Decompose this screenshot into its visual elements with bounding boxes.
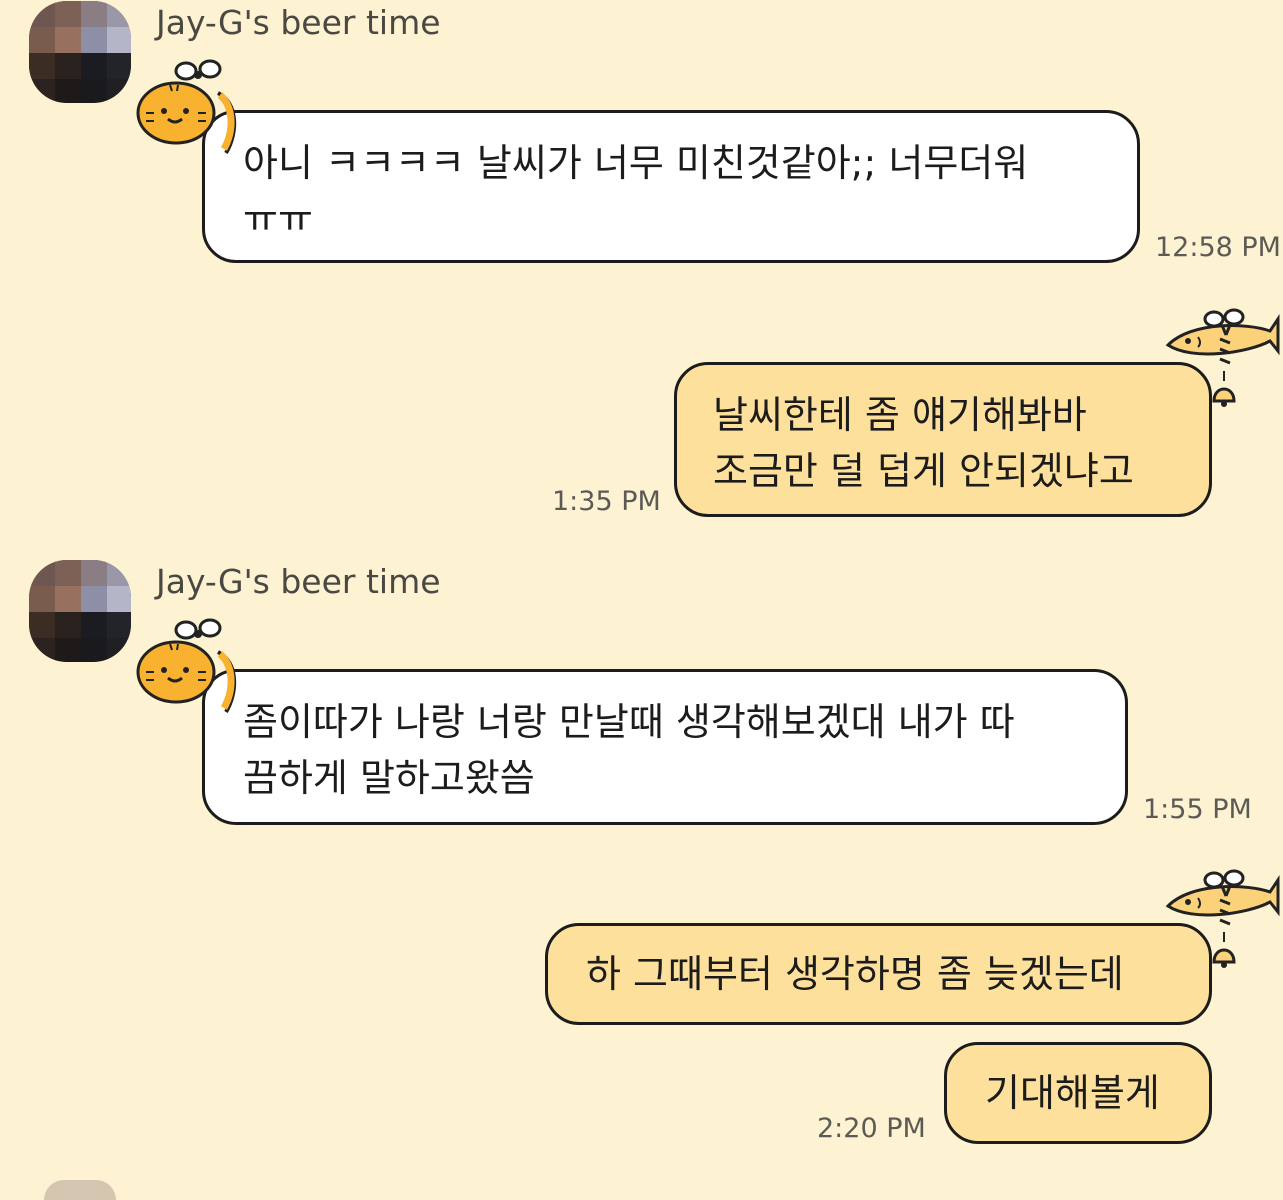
message-bubble-outgoing[interactable]: 하 그때부터 생각하명 좀 늦겠는데	[545, 923, 1212, 1025]
avatar[interactable]	[29, 1, 131, 103]
avatar-partial	[44, 1180, 116, 1200]
fish-sticker-icon	[1165, 308, 1280, 407]
message-bubble-incoming[interactable]: 아니 ㅋㅋㅋㅋ 날씨가 너무 미친것같아;; 너무더워 ㅠㅠ	[202, 110, 1140, 263]
fish-sticker-icon	[1165, 869, 1280, 968]
message-time: 1:35 PM	[552, 486, 661, 517]
message-bubble-incoming[interactable]: 좀이따가 나랑 너랑 만날때 생각해보겠대 내가 따 끔하게 말하고왔씀	[202, 669, 1128, 825]
message-time: 1:55 PM	[1143, 794, 1252, 825]
sender-name: Jay-G's beer time	[156, 562, 441, 601]
message-bubble-outgoing[interactable]: 날씨한테 좀 얘기해봐바 조금만 덜 덥게 안되겠냐고	[674, 362, 1212, 517]
message-bubble-outgoing[interactable]: 기대해볼게	[944, 1042, 1212, 1144]
message-time: 12:58 PM	[1155, 232, 1281, 263]
sender-name: Jay-G's beer time	[156, 3, 441, 42]
message-time: 2:20 PM	[817, 1113, 926, 1144]
tiger-sticker-icon	[136, 618, 237, 714]
avatar[interactable]	[29, 560, 131, 662]
tiger-sticker-icon	[136, 59, 237, 155]
